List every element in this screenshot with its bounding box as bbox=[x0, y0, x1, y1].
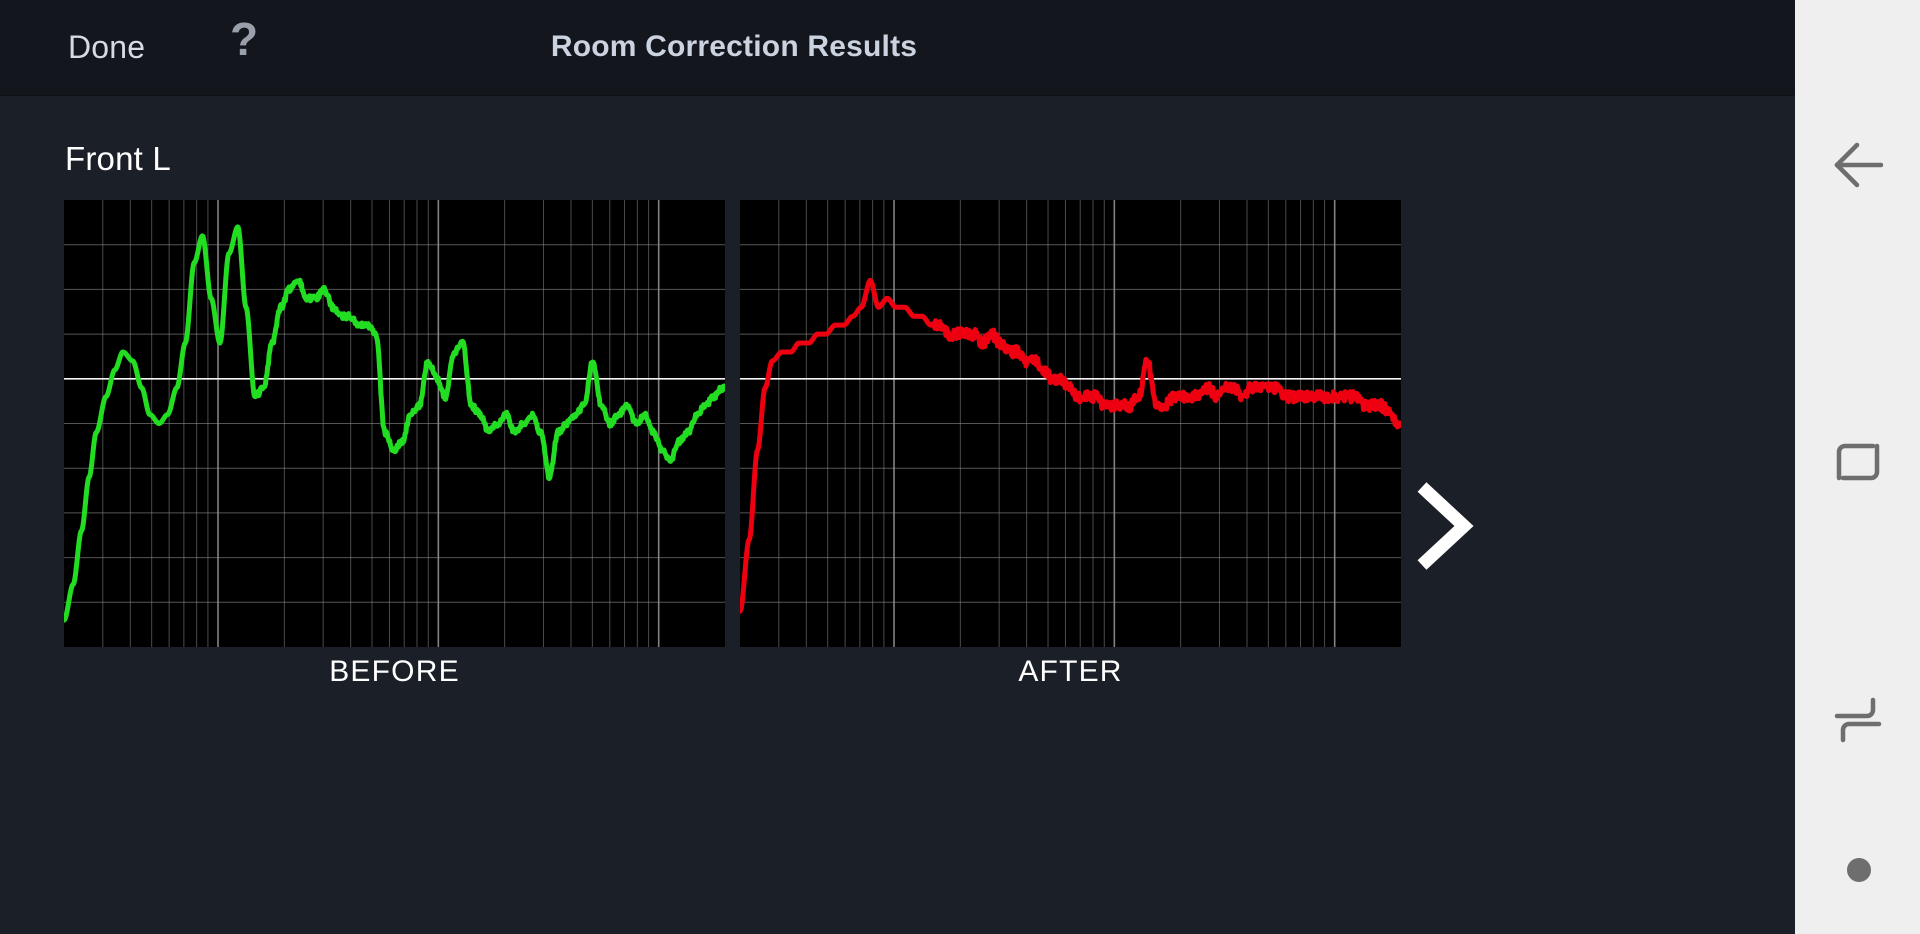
arrow-left-icon bbox=[1834, 142, 1884, 188]
next-channel-chevron-icon[interactable] bbox=[1414, 481, 1474, 571]
rounded-square-icon bbox=[1836, 443, 1880, 481]
channel-label: Front L bbox=[65, 140, 171, 177]
frequency-response-plot-after bbox=[740, 200, 1401, 647]
app-header: Done ? Room Correction Results bbox=[0, 0, 1795, 96]
nav-indicator-dot-icon[interactable] bbox=[1847, 858, 1871, 882]
page-title: Room Correction Results bbox=[550, 30, 918, 63]
chart-after-caption: AFTER bbox=[1018, 655, 1123, 688]
plot-before bbox=[64, 200, 725, 647]
nav-recents-button[interactable] bbox=[1827, 434, 1889, 496]
plot-after bbox=[740, 200, 1401, 647]
android-navigation-sidebar bbox=[1795, 0, 1920, 934]
split-screen-icon bbox=[1834, 697, 1882, 743]
nav-back-button[interactable] bbox=[1827, 134, 1889, 196]
nav-split-screen-button[interactable] bbox=[1827, 690, 1889, 752]
chart-after: AFTER bbox=[740, 200, 1401, 689]
app-window: Done ? Room Correction Results Front L B… bbox=[0, 0, 1795, 934]
results-content: Front L BEFORE AFTER bbox=[0, 96, 1795, 934]
frequency-response-plot-before bbox=[64, 200, 725, 647]
chart-before: BEFORE bbox=[64, 200, 725, 689]
chevron-right-icon bbox=[1417, 482, 1474, 570]
chart-before-caption: BEFORE bbox=[329, 655, 460, 688]
